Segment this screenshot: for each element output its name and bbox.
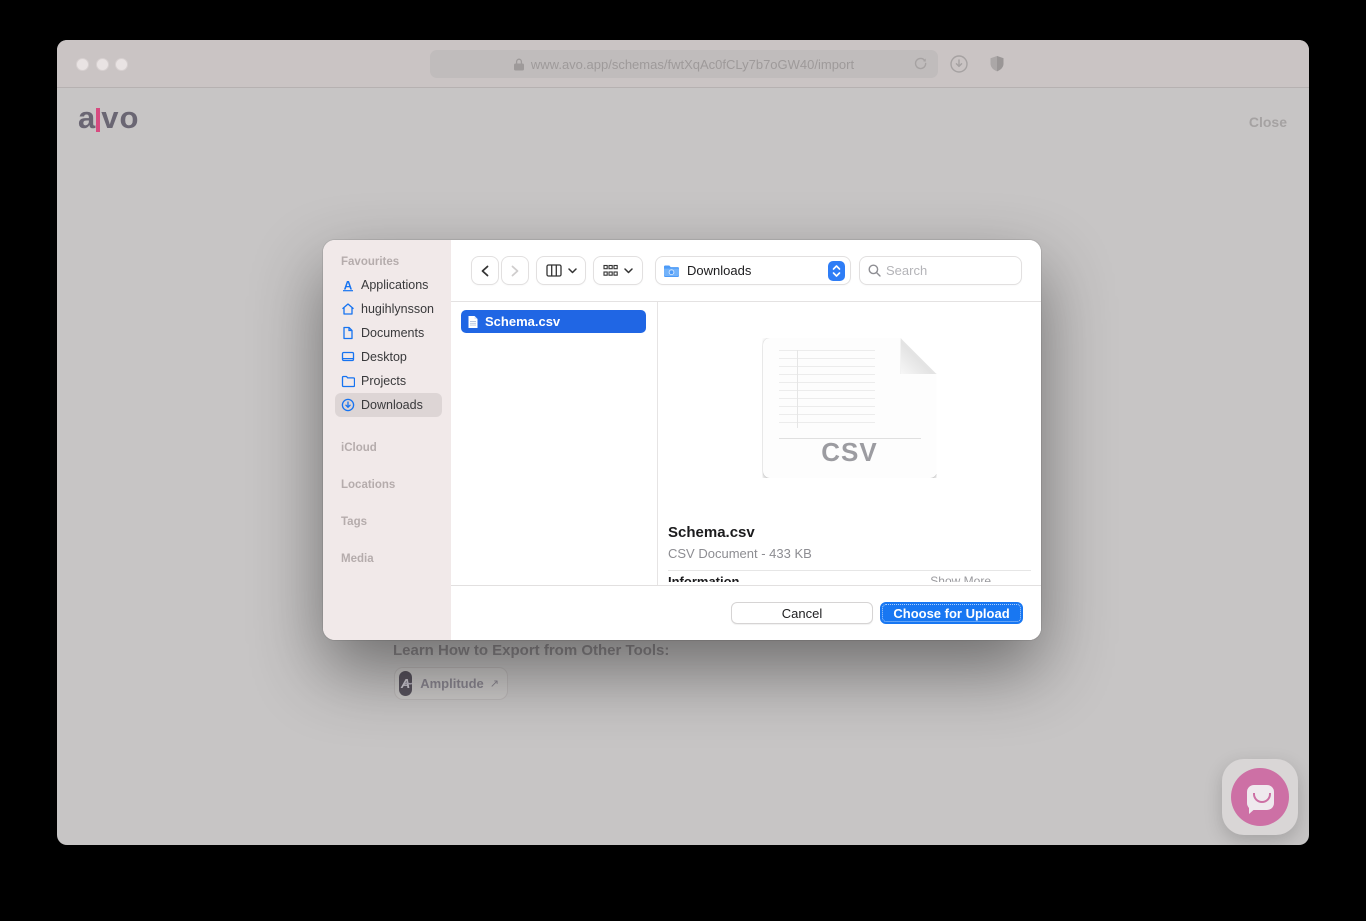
- search-icon: [868, 264, 881, 277]
- chevron-right-icon: [509, 264, 521, 278]
- intercom-bubble-icon: [1231, 768, 1289, 826]
- sidebar-item-home[interactable]: hugihlynsson: [335, 297, 442, 321]
- preview-divider: [668, 570, 1031, 571]
- back-button[interactable]: [472, 257, 498, 284]
- reload-icon[interactable]: [913, 56, 928, 74]
- dialog-footer: Cancel Choose for Upload: [451, 585, 1041, 640]
- sidebar-header-media: Media: [341, 553, 451, 565]
- preview-file-name: Schema.csv: [668, 524, 1031, 541]
- chevron-down-icon: [568, 268, 577, 274]
- dialog-content: Schema.csv CSV Schema.csv CSV Document -…: [451, 302, 1041, 585]
- choose-for-upload-button[interactable]: Choose for Upload: [880, 602, 1023, 624]
- location-select[interactable]: Downloads: [656, 257, 850, 284]
- csv-preview-column-line: [797, 350, 798, 428]
- sidebar-item-downloads[interactable]: Downloads: [335, 393, 442, 417]
- sidebar-item-label: Downloads: [361, 398, 423, 412]
- preview-file-meta: CSV Document - 433 KB: [668, 546, 1031, 561]
- view-mode-button[interactable]: [537, 257, 585, 284]
- sidebar-item-desktop[interactable]: Desktop: [335, 345, 442, 369]
- file-name: Schema.csv: [485, 314, 560, 329]
- download-circle-icon: [341, 398, 355, 412]
- avo-logo-a: a: [78, 100, 96, 136]
- csv-preview-lines: [779, 350, 875, 428]
- address-bar[interactable]: www.avo.app/schemas/fwtXqAc0fCLy7b7oGW40…: [430, 50, 938, 78]
- document-icon: [341, 326, 355, 340]
- sidebar-item-label: hugihlynsson: [361, 302, 434, 316]
- csv-badge-label: CSV: [763, 437, 937, 468]
- chat-smile-icon: [1247, 785, 1274, 810]
- cancel-button[interactable]: Cancel: [731, 602, 873, 624]
- applications-icon: A: [341, 278, 355, 292]
- sidebar-item-label: Documents: [361, 326, 424, 340]
- sidebar-item-label: Desktop: [361, 350, 407, 364]
- amplitude-link-button[interactable]: A Amplitude ↗: [394, 667, 508, 700]
- desktop-icon: [341, 350, 355, 364]
- external-link-icon: ↗: [490, 677, 499, 690]
- column-view-icon: [546, 264, 562, 277]
- home-icon: [341, 302, 355, 316]
- traffic-light-minimize-icon[interactable]: [96, 58, 109, 71]
- dialog-sidebar: Favourites A Applications hugihlynsson D…: [323, 240, 451, 640]
- traffic-light-close-icon[interactable]: [76, 58, 89, 71]
- preview-info-row: Information Show More: [668, 574, 1031, 582]
- sidebar-header-tags: Tags: [341, 516, 451, 528]
- file-row-selected[interactable]: Schema.csv: [461, 310, 646, 333]
- file-open-dialog: Favourites A Applications hugihlynsson D…: [323, 240, 1041, 640]
- chevron-left-icon: [479, 264, 491, 278]
- shield-icon[interactable]: [985, 52, 1009, 76]
- blue-folder-icon: [663, 264, 680, 278]
- downloads-shelf-icon[interactable]: [947, 52, 971, 76]
- sidebar-header-icloud: iCloud: [341, 442, 451, 454]
- file-list-column: Schema.csv: [451, 302, 658, 585]
- svg-text:A: A: [344, 279, 353, 293]
- amplitude-icon-letter: A: [401, 676, 410, 691]
- intercom-launcher[interactable]: [1222, 759, 1298, 835]
- location-select-value: Downloads: [687, 263, 821, 278]
- search-field[interactable]: [860, 257, 1021, 284]
- url-text: www.avo.app/schemas/fwtXqAc0fCLy7b7oGW40…: [531, 57, 854, 72]
- browser-chrome: www.avo.app/schemas/fwtXqAc0fCLy7b7oGW40…: [57, 40, 1309, 88]
- preview-pane: CSV Schema.csv CSV Document - 433 KB Inf…: [658, 302, 1041, 585]
- file-icon: [467, 315, 479, 329]
- show-more-button[interactable]: Show More: [930, 574, 991, 582]
- avo-logo-vo: vo: [101, 100, 139, 136]
- sidebar-item-applications[interactable]: A Applications: [335, 273, 442, 297]
- group-by-button[interactable]: [594, 257, 642, 284]
- dialog-toolbar: Downloads: [451, 240, 1041, 302]
- page-fold-icon: [901, 338, 937, 374]
- close-button[interactable]: Close: [1249, 114, 1287, 130]
- select-stepper-icon: [828, 261, 845, 281]
- dialog-main: Downloads Schema.csv: [451, 240, 1041, 640]
- chevron-down-icon: [624, 268, 633, 274]
- sidebar-item-projects[interactable]: Projects: [335, 369, 442, 393]
- forward-button[interactable]: [502, 257, 528, 284]
- sidebar-item-label: Applications: [361, 278, 428, 292]
- csv-file-preview-icon: CSV: [763, 338, 937, 478]
- amplitude-logo-icon: A: [399, 671, 412, 696]
- search-input[interactable]: [886, 263, 1013, 278]
- sidebar-header-locations: Locations: [341, 479, 451, 491]
- information-label: Information: [668, 574, 740, 582]
- sidebar-item-documents[interactable]: Documents: [335, 321, 442, 345]
- avo-logo[interactable]: a vo: [78, 100, 139, 136]
- group-icon: [603, 264, 618, 277]
- learn-heading: Learn How to Export from Other Tools:: [393, 642, 669, 659]
- sidebar-header-favourites: Favourites: [341, 256, 451, 268]
- traffic-light-zoom-icon[interactable]: [115, 58, 128, 71]
- avo-logo-pink-bar: [96, 108, 100, 132]
- amplitude-label: Amplitude: [420, 676, 484, 691]
- sidebar-item-label: Projects: [361, 374, 406, 388]
- lock-icon: [514, 58, 524, 71]
- folder-icon: [341, 374, 355, 388]
